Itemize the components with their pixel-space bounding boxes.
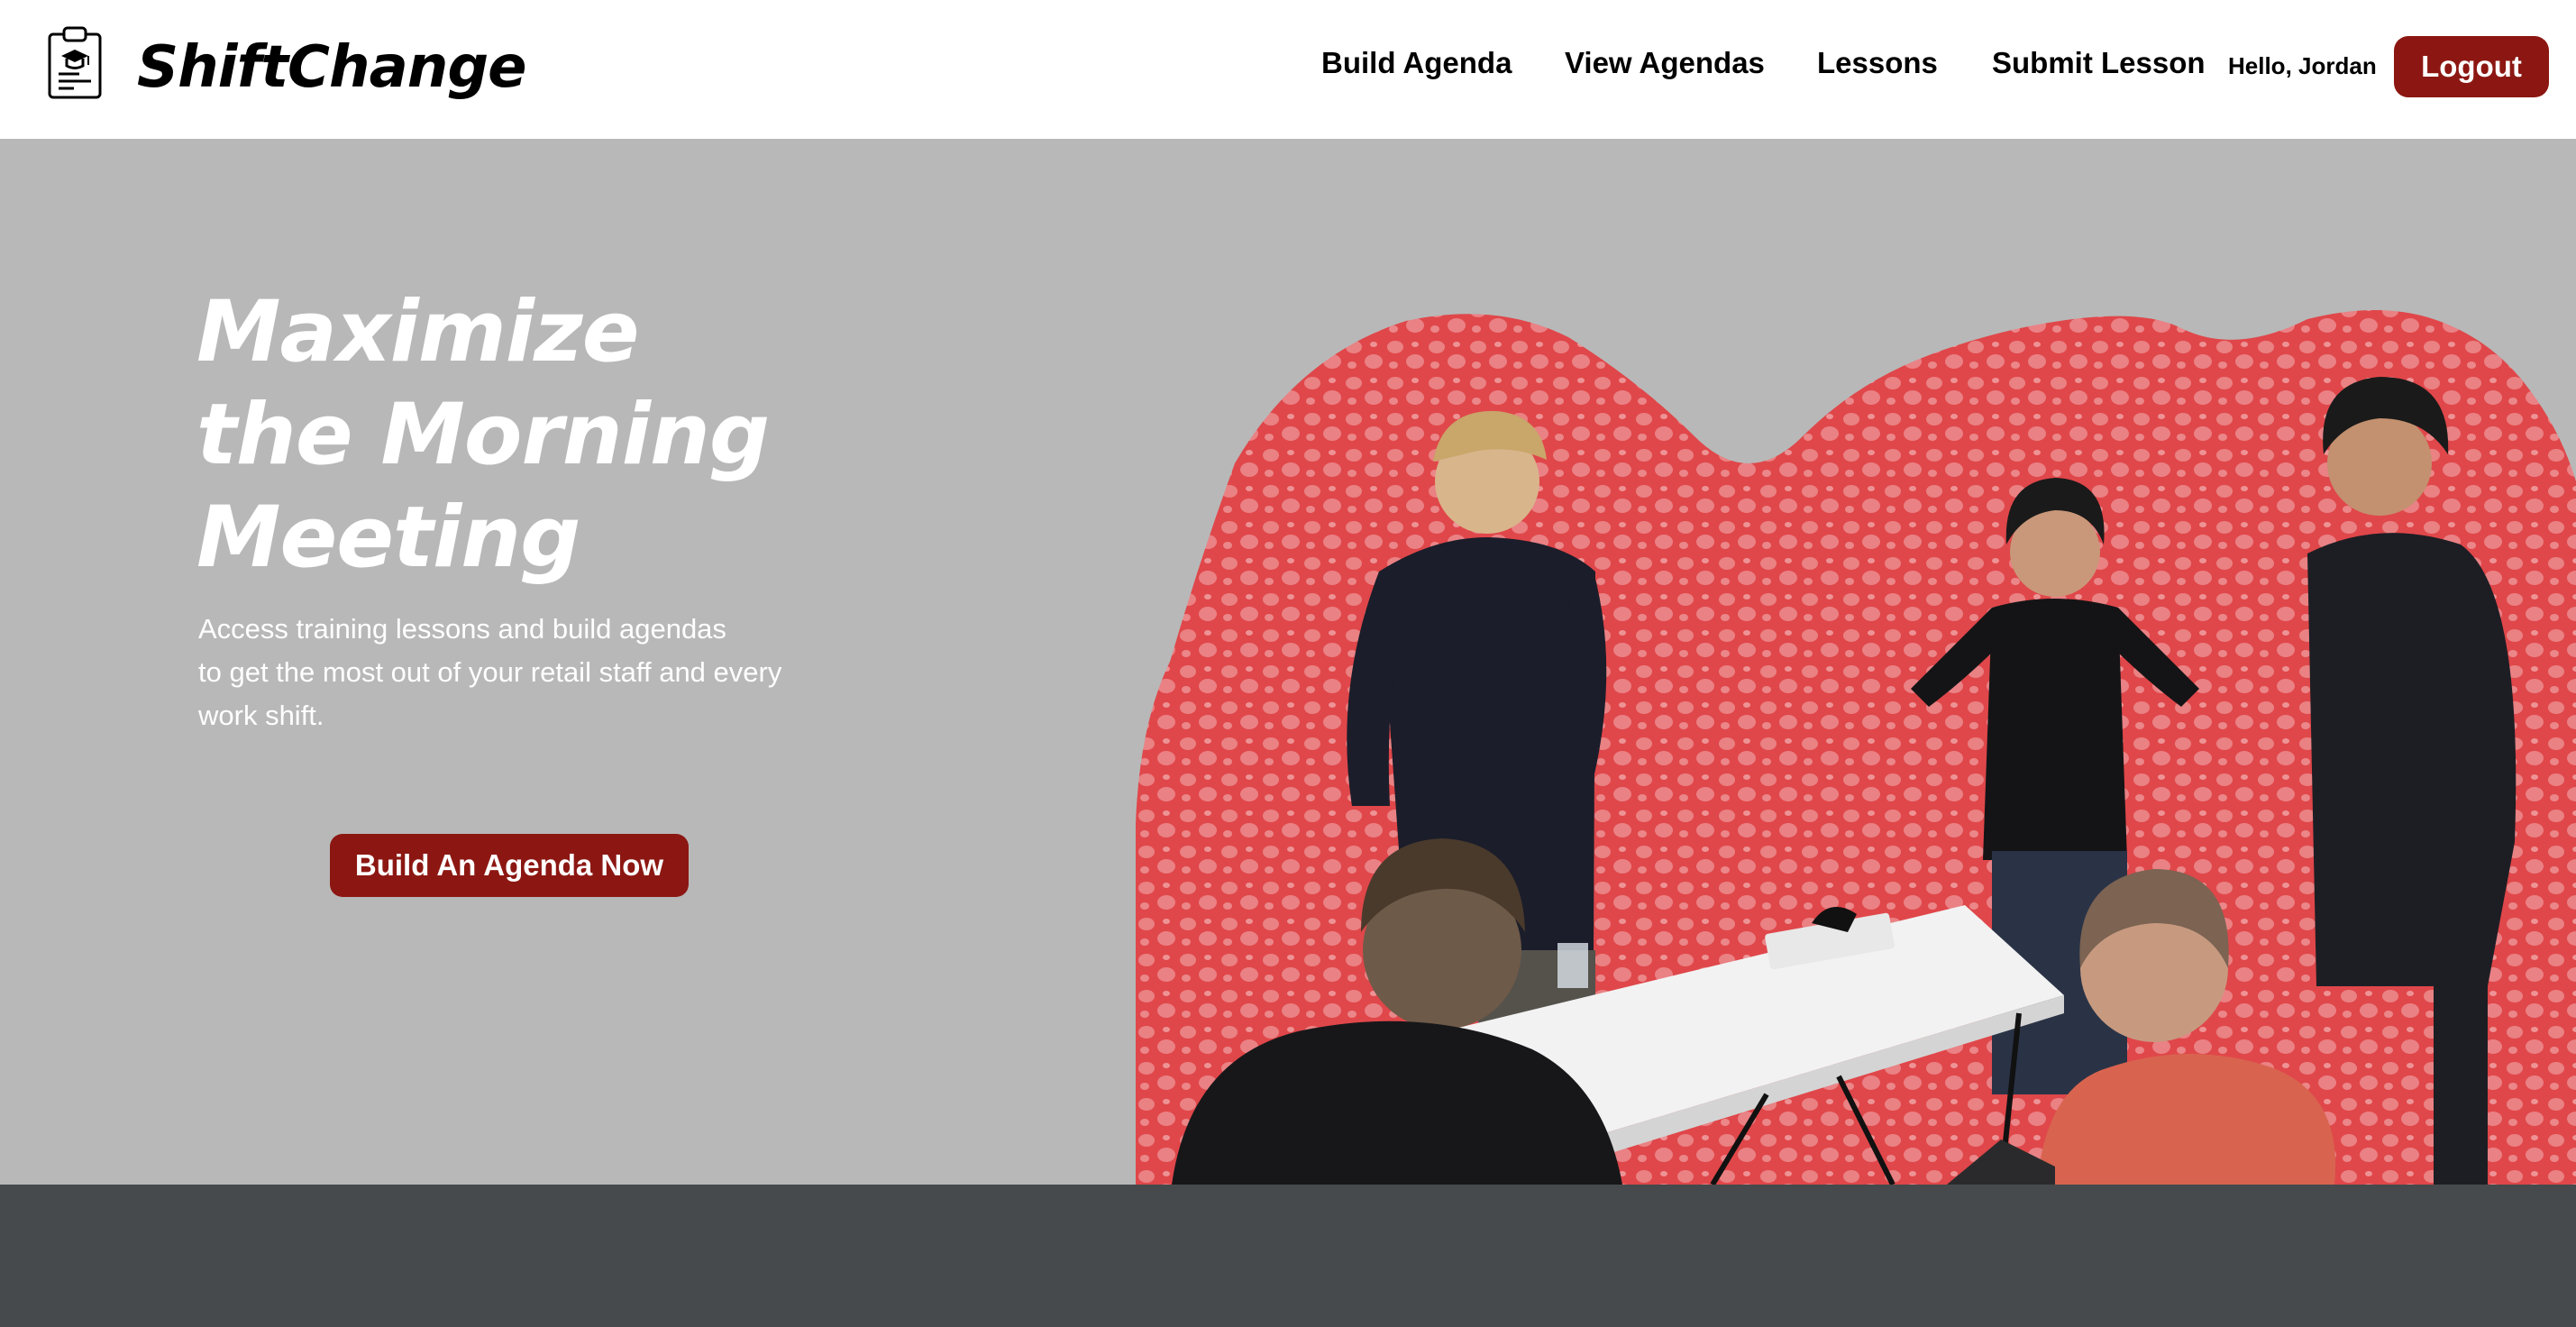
hero-description-line: to get the most out of your retail staff… xyxy=(198,656,782,688)
hero-title: Maximize the Morning Meeting xyxy=(196,281,1008,590)
footer-band xyxy=(0,1185,2576,1327)
team-meeting-photo xyxy=(1136,310,2576,1185)
logout-button[interactable]: Logout xyxy=(2394,36,2549,97)
hero-section: Maximize the Morning Meeting Access trai… xyxy=(0,139,2576,1185)
build-agenda-now-button[interactable]: Build An Agenda Now xyxy=(330,834,689,897)
nav-submit-lesson[interactable]: Submit Lesson xyxy=(1992,40,2206,87)
hero-title-line: Meeting xyxy=(196,489,580,587)
nav-lessons[interactable]: Lessons xyxy=(1817,40,1938,87)
hero-description: Access training lessons and build agenda… xyxy=(198,608,829,737)
hero-description-line: Access training lessons and build agenda… xyxy=(198,613,726,645)
user-greeting: Hello, Jordan xyxy=(2228,52,2377,79)
hero-title-line: the Morning xyxy=(196,386,770,484)
brand-name[interactable]: ShiftChange xyxy=(137,27,527,108)
clipboard-graduation-cap-icon[interactable] xyxy=(47,25,105,101)
top-navigation-bar: ShiftChange Build Agenda View Agendas Le… xyxy=(0,0,2576,139)
nav-build-agenda[interactable]: Build Agenda xyxy=(1321,40,1512,87)
hero-title-line: Maximize xyxy=(196,283,639,381)
hero-description-line: work shift. xyxy=(198,700,324,731)
nav-view-agendas[interactable]: View Agendas xyxy=(1565,40,1765,87)
